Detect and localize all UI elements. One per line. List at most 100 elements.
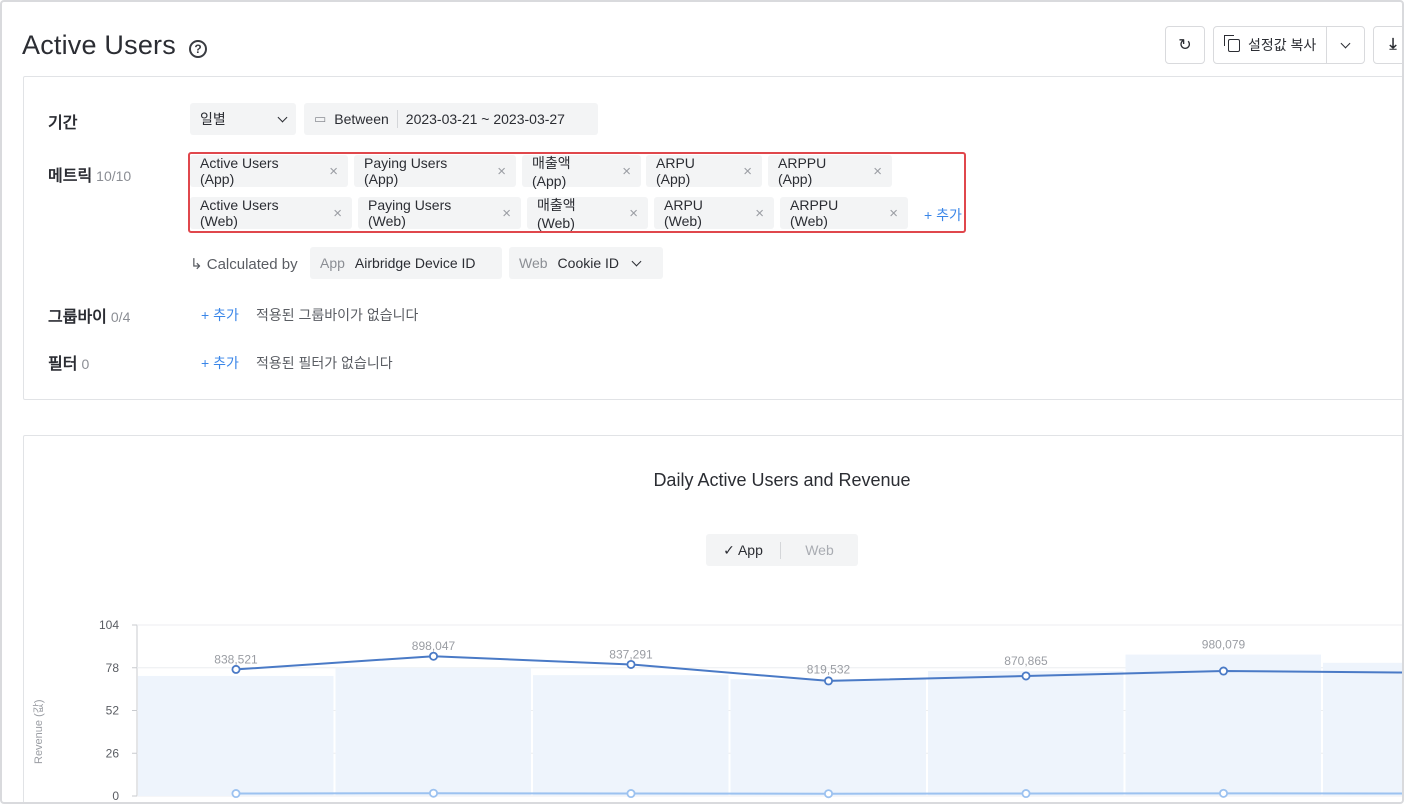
- data-label: 838,521: [214, 652, 258, 666]
- data-point: [231, 789, 241, 799]
- page-title: Active Users: [22, 30, 176, 60]
- y-tick-label: 0: [112, 789, 119, 803]
- y-tick-label: 26: [106, 746, 120, 760]
- query-settings-panel: 기간 일별 ▭ Between 2023-03-21 ~ 2023-03-27 …: [23, 76, 1402, 400]
- granularity-value: 일별: [200, 111, 226, 127]
- data-label: 870,865: [1004, 654, 1048, 668]
- bar: [335, 667, 531, 796]
- data-point: [1219, 666, 1229, 676]
- question-circle-icon[interactable]: ?: [189, 40, 207, 58]
- data-point: [1021, 671, 1031, 681]
- add-filter-button[interactable]: + 추가: [201, 353, 239, 373]
- metric-chip-label: Active Users (App): [200, 155, 279, 187]
- app-prefix: App: [320, 255, 345, 271]
- add-group-by-button[interactable]: + 추가: [201, 305, 239, 325]
- date-range-picker[interactable]: ▭ Between 2023-03-21 ~ 2023-03-27: [304, 103, 598, 135]
- bar: [1125, 654, 1321, 796]
- group-by-empty-text: 적용된 그룹바이가 없습니다: [256, 307, 419, 323]
- metric-chip[interactable]: ARPPU (Web) ×: [780, 197, 908, 229]
- y-tick-label: 52: [106, 704, 120, 718]
- close-icon[interactable]: ×: [629, 205, 638, 222]
- data-point: [626, 659, 636, 669]
- close-icon[interactable]: ×: [873, 163, 882, 180]
- data-point: [428, 651, 438, 661]
- metric-chip-label: ARPU (App): [656, 155, 695, 187]
- filter-label: 필터 0: [48, 350, 89, 374]
- metric-chip-label: ARPPU (App): [778, 155, 827, 187]
- close-icon[interactable]: ×: [743, 163, 752, 180]
- data-label: 898,047: [412, 639, 456, 653]
- web-identifier-value: Cookie ID: [557, 255, 620, 271]
- copy-icon: [1224, 34, 1240, 52]
- app-identifier-value: Airbridge Device ID: [354, 255, 476, 271]
- filter-count: 0: [81, 356, 90, 372]
- close-icon[interactable]: ×: [329, 163, 338, 180]
- metric-chip[interactable]: Active Users (App) ×: [190, 155, 348, 187]
- close-icon[interactable]: ×: [755, 205, 764, 222]
- metric-chip-label: ARPPU (Web): [790, 197, 839, 229]
- close-icon[interactable]: ×: [497, 163, 506, 180]
- close-icon[interactable]: ×: [889, 205, 898, 222]
- group-by-label: 그룹바이 0/4: [48, 303, 130, 327]
- app-identifier-select[interactable]: App Airbridge Device ID: [310, 247, 502, 279]
- bar: [928, 671, 1124, 796]
- copy-settings-button[interactable]: 설정값 복사: [1214, 27, 1328, 63]
- add-metric-button[interactable]: + 추가: [924, 205, 962, 225]
- metric-chip-label: Paying Users (App): [364, 155, 448, 187]
- metric-chip[interactable]: Active Users (Web) ×: [190, 197, 352, 229]
- metrics-label-text: 메트릭: [48, 168, 93, 185]
- close-icon[interactable]: ×: [502, 205, 511, 222]
- data-point: [824, 676, 834, 686]
- metric-chip-label: Paying Users (Web): [368, 197, 452, 229]
- web-identifier-select[interactable]: Web Cookie ID: [509, 247, 663, 279]
- filter-empty-text: 적용된 필터가 없습니다: [256, 355, 393, 371]
- metric-chip[interactable]: Paying Users (App) ×: [354, 155, 516, 187]
- period-label: 기간: [48, 109, 77, 133]
- period-label-text: 기간: [48, 115, 78, 132]
- chevron-down-icon: [1340, 38, 1351, 48]
- close-icon[interactable]: ×: [333, 205, 342, 222]
- metrics-label: 메트릭 10/10: [48, 162, 131, 186]
- chart-panel: Daily Active Users and Revenue ✓ App Web…: [23, 435, 1402, 803]
- bar: [1323, 662, 1402, 796]
- data-label: 819,532: [807, 662, 851, 676]
- download-button[interactable]: ⤓: [1373, 26, 1402, 64]
- group-by-count: 0/4: [110, 309, 131, 325]
- data-label: 980,079: [1202, 638, 1246, 652]
- y-tick-label: 104: [99, 618, 119, 632]
- date-range-prefix: Between: [334, 111, 389, 127]
- metric-chip-label: Active Users (Web): [200, 197, 279, 229]
- calculated-by-label: ↳ Calculated by: [190, 256, 298, 273]
- close-icon[interactable]: ×: [622, 163, 631, 180]
- refresh-icon: ↻: [1178, 37, 1192, 54]
- data-label: 837,291: [609, 647, 653, 661]
- data-point: [231, 664, 241, 674]
- y-tick-label: 78: [106, 661, 120, 675]
- bar: [730, 679, 926, 796]
- metric-chip[interactable]: ARPU (Web) ×: [654, 197, 774, 229]
- chevron-down-icon: [631, 256, 642, 266]
- data-point: [428, 788, 438, 798]
- download-icon: ⤓: [1389, 36, 1397, 53]
- metric-chip[interactable]: ARPPU (App) ×: [768, 155, 892, 187]
- copy-options-dropdown[interactable]: [1327, 27, 1364, 63]
- copy-settings-label: 설정값 복사: [1248, 37, 1317, 53]
- metrics-count: 10/10: [96, 168, 132, 184]
- data-point: [824, 789, 834, 799]
- chart-canvas: 0 26 52 78 104 838,521 898,047 837,291 819,532 87…: [99, 618, 1402, 803]
- metric-chip[interactable]: 매출액 (App) ×: [522, 155, 641, 189]
- metric-chip-label: 매출액 (App): [532, 155, 571, 189]
- refresh-button[interactable]: ↻: [1165, 26, 1205, 64]
- metric-chip[interactable]: 매출액 (Web) ×: [527, 197, 648, 231]
- granularity-select[interactable]: 일별: [190, 103, 296, 135]
- metric-chip[interactable]: Paying Users (Web) ×: [358, 197, 521, 229]
- calendar-icon: ▭: [314, 111, 327, 126]
- metric-chip-label: 매출액 (Web): [537, 197, 576, 231]
- bar: [138, 675, 334, 796]
- metric-chip[interactable]: ARPU (App) ×: [646, 155, 762, 187]
- data-point: [626, 789, 636, 799]
- date-range-value: 2023-03-21 ~ 2023-03-27: [405, 111, 565, 127]
- chevron-down-icon: [277, 112, 288, 122]
- app-frame: Active Users ? ↻ 설정값 복사 ⤓ 기간 일별 ▭ Betwee…: [0, 0, 1404, 804]
- filter-label-text: 필터: [48, 356, 78, 373]
